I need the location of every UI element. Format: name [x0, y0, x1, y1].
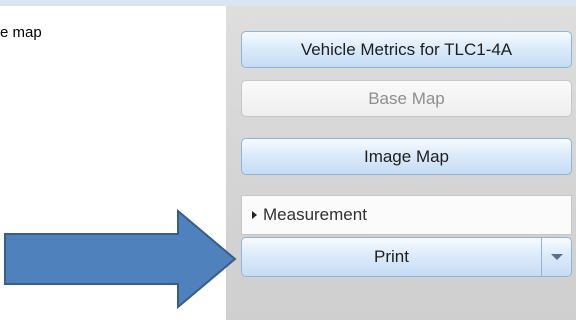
vehicle-metrics-button[interactable]: Vehicle Metrics for TLC1-4A: [241, 31, 572, 68]
base-map-button[interactable]: Base Map: [241, 80, 572, 117]
base-map-text-fragment: e map: [0, 24, 42, 41]
callout-arrow-shape: [4, 208, 237, 310]
print-dropdown-button[interactable]: [541, 238, 571, 276]
print-split-button: Print: [241, 237, 572, 277]
image-map-label: Image Map: [363, 146, 450, 166]
chevron-down-icon: [550, 254, 563, 260]
print-label: Print: [374, 247, 409, 266]
vehicle-metrics-label: Vehicle Metrics for TLC1-4A: [300, 39, 513, 59]
print-button[interactable]: Print: [242, 238, 541, 276]
image-map-button[interactable]: Image Map: [241, 138, 572, 175]
expand-triangle-icon: [252, 211, 257, 219]
tool-panel: Vehicle Metrics for TLC1-4A Base Map Ima…: [226, 6, 576, 320]
measurement-expander[interactable]: Measurement: [241, 195, 572, 235]
measurement-label: Measurement: [263, 205, 367, 224]
base-map-label: Base Map: [368, 88, 445, 108]
